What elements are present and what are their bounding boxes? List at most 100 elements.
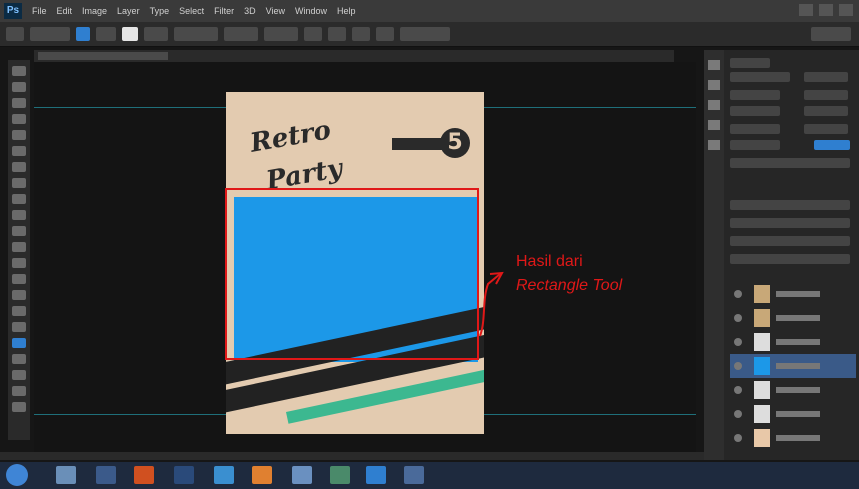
crop-tool-icon[interactable] (12, 130, 26, 140)
menu-file[interactable]: File (32, 6, 47, 16)
chrome-task-icon[interactable] (214, 466, 234, 484)
eye-icon[interactable] (734, 386, 742, 394)
fill-color-swatch[interactable] (76, 27, 90, 41)
menu-bar: Ps File Edit Image Layer Type Select Fil… (0, 0, 859, 22)
app3-task-icon[interactable] (404, 466, 424, 484)
pen-tool-icon[interactable] (12, 290, 26, 300)
menu-window[interactable]: Window (295, 6, 327, 16)
eye-icon[interactable] (734, 338, 742, 346)
path-arrangement-icon[interactable] (352, 27, 370, 41)
gear-icon[interactable] (376, 27, 394, 41)
path-selection-tool-icon[interactable] (12, 322, 26, 332)
maximize-icon[interactable] (819, 4, 833, 16)
blend-mode-row[interactable] (730, 236, 850, 246)
eye-icon[interactable] (734, 362, 742, 370)
zoom-tool-icon[interactable] (12, 370, 26, 380)
stroke-color-swatch[interactable] (122, 27, 138, 41)
menu-view[interactable]: View (266, 6, 285, 16)
path-alignment-icon[interactable] (328, 27, 346, 41)
layer-name-bar (776, 435, 820, 441)
brush-tool-icon[interactable] (12, 178, 26, 188)
path-operations-icon[interactable] (304, 27, 322, 41)
blur-tool-icon[interactable] (12, 258, 26, 268)
text-color-swatch[interactable] (814, 140, 850, 150)
actions-panel-icon[interactable] (708, 80, 720, 90)
healing-tool-icon[interactable] (12, 162, 26, 172)
font-size-field[interactable] (730, 90, 780, 100)
explorer-task-icon[interactable] (56, 466, 76, 484)
menu-3d[interactable]: 3D (244, 6, 256, 16)
eye-icon[interactable] (734, 290, 742, 298)
minimize-icon[interactable] (799, 4, 813, 16)
close-icon[interactable] (839, 4, 853, 16)
media-task-icon[interactable] (252, 466, 272, 484)
browser-task-icon[interactable] (134, 466, 154, 484)
baseline-shift-field[interactable] (730, 140, 780, 150)
eraser-tool-icon[interactable] (12, 226, 26, 236)
layer-row[interactable] (730, 282, 856, 306)
marquee-tool-icon[interactable] (12, 82, 26, 92)
document-tab[interactable] (38, 52, 168, 60)
width-field[interactable] (224, 27, 258, 41)
layer-row-selected[interactable] (730, 354, 856, 378)
clone-stamp-tool-icon[interactable] (12, 194, 26, 204)
app2-task-icon[interactable] (330, 466, 350, 484)
vertical-scale-field[interactable] (730, 124, 780, 134)
align-edges-checkbox[interactable] (400, 27, 450, 41)
type-tool-icon[interactable] (12, 306, 26, 316)
tool-preset-picker[interactable] (6, 27, 24, 41)
lock-fill-row[interactable] (730, 254, 850, 264)
gradient-tool-icon[interactable] (12, 242, 26, 252)
leading-field[interactable] (804, 90, 848, 100)
shape-mode-select[interactable] (30, 27, 70, 41)
layer-name-bar (776, 363, 820, 369)
kerning-field[interactable] (730, 106, 780, 116)
menu-image[interactable]: Image (82, 6, 107, 16)
layer-row[interactable] (730, 330, 856, 354)
height-field[interactable] (264, 27, 298, 41)
app-task-icon[interactable] (96, 466, 116, 484)
layer-row[interactable] (730, 378, 856, 402)
menu-filter[interactable]: Filter (214, 6, 234, 16)
eye-icon[interactable] (734, 410, 742, 418)
menu-help[interactable]: Help (337, 6, 356, 16)
eyedropper-tool-icon[interactable] (12, 146, 26, 156)
photoshop-task-icon[interactable] (366, 466, 386, 484)
foreground-color-icon[interactable] (12, 386, 26, 396)
menu-edit[interactable]: Edit (57, 6, 73, 16)
quick-mask-icon[interactable] (12, 402, 26, 412)
layer-row[interactable] (730, 402, 856, 426)
history-brush-tool-icon[interactable] (12, 210, 26, 220)
menu-layer[interactable]: Layer (117, 6, 140, 16)
menu-select[interactable]: Select (179, 6, 204, 16)
character-panel-icon[interactable] (708, 100, 720, 110)
horizontal-scale-field[interactable] (804, 124, 848, 134)
brush-panel-icon[interactable] (708, 140, 720, 150)
hand-tool-icon[interactable] (12, 354, 26, 364)
folder-task-icon[interactable] (292, 466, 312, 484)
mail-task-icon[interactable] (174, 466, 194, 484)
rectangle-tool-icon[interactable] (12, 338, 26, 348)
tracking-field[interactable] (804, 106, 848, 116)
font-family-select[interactable] (730, 72, 790, 82)
start-button-icon[interactable] (6, 464, 28, 486)
layer-filter-row[interactable] (730, 218, 850, 228)
layers-panel-tab[interactable] (730, 200, 850, 210)
history-panel-icon[interactable] (708, 60, 720, 70)
workspace-switcher[interactable] (811, 27, 851, 41)
lasso-tool-icon[interactable] (12, 98, 26, 108)
paragraph-panel-icon[interactable] (708, 120, 720, 130)
character-tab[interactable] (730, 58, 770, 68)
layer-row[interactable] (730, 306, 856, 330)
layer-row[interactable] (730, 426, 856, 450)
text-style-buttons[interactable] (730, 158, 850, 168)
eye-icon[interactable] (734, 434, 742, 442)
move-tool-icon[interactable] (12, 66, 26, 76)
eye-icon[interactable] (734, 314, 742, 322)
stroke-type-select[interactable] (174, 27, 218, 41)
dodge-tool-icon[interactable] (12, 274, 26, 284)
quick-select-tool-icon[interactable] (12, 114, 26, 124)
font-style-select[interactable] (804, 72, 848, 82)
menu-type[interactable]: Type (150, 6, 170, 16)
stroke-width-field[interactable] (144, 27, 168, 41)
